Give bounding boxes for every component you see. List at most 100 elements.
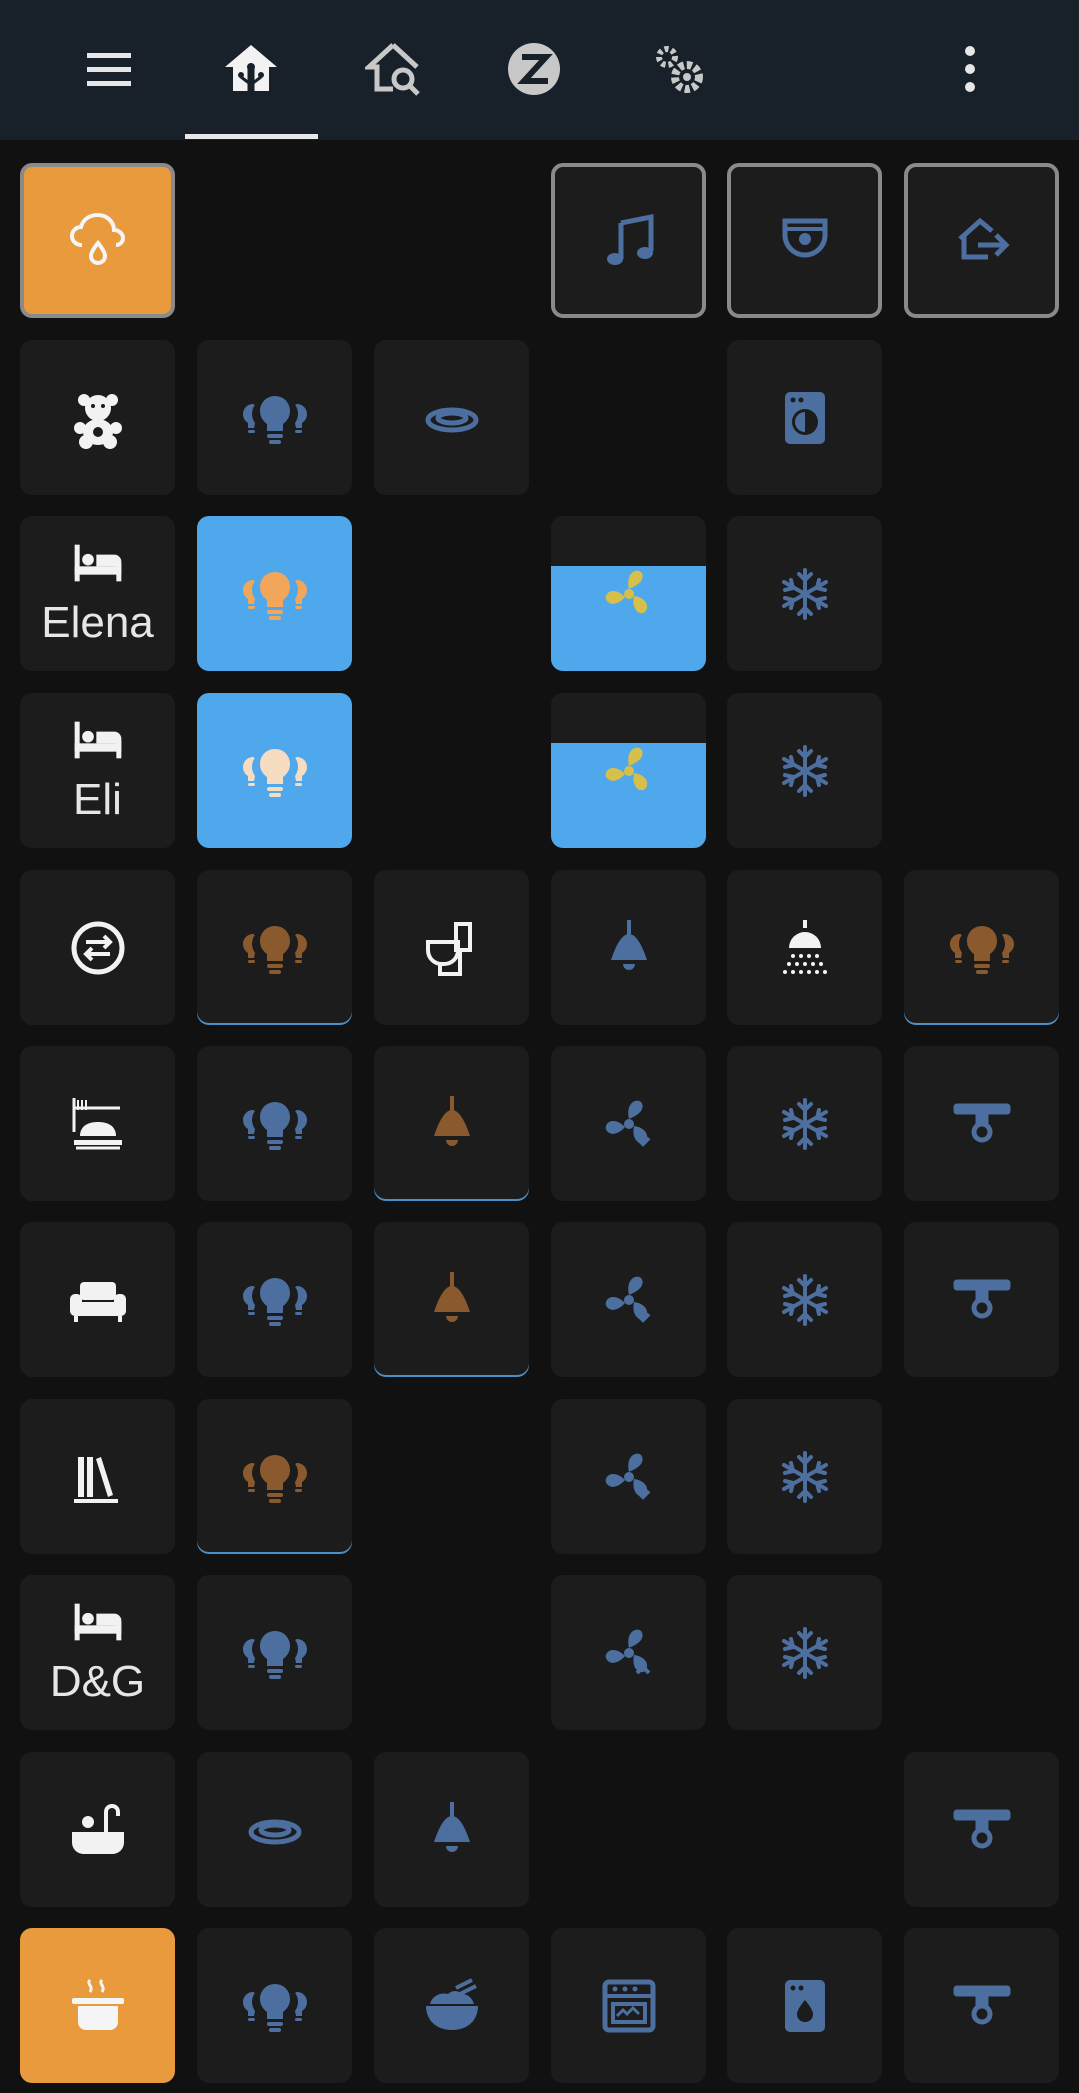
library-button[interactable] (20, 1399, 175, 1554)
room-dg-button[interactable]: D&G (20, 1575, 175, 1730)
snowflake-icon (781, 744, 828, 797)
pot-steam-icon (71, 1978, 124, 2030)
lightbulb-group-icon (242, 571, 307, 620)
library-lights[interactable] (197, 1399, 352, 1554)
dishwasher-button[interactable] (727, 1928, 882, 2083)
fan-speed-down-icon (605, 1276, 650, 1323)
ceiling-light-icon (433, 1271, 470, 1322)
ceiling-fan-icon (946, 1264, 1018, 1336)
elena-air-conditioner[interactable] (727, 516, 882, 671)
bathroom-led-strip[interactable] (197, 1752, 352, 1907)
eli-air-conditioner[interactable] (727, 693, 882, 848)
living-pendant-light[interactable] (374, 1222, 529, 1377)
fan-icon (605, 570, 647, 613)
dining-pendant-light[interactable] (374, 1046, 529, 1201)
eli-fan[interactable] (551, 693, 706, 848)
sofa-icon (69, 1281, 126, 1322)
living-ceiling-fan[interactable] (904, 1222, 1059, 1377)
music-button[interactable] (551, 163, 706, 318)
dg-fan[interactable] (551, 1575, 706, 1730)
bed-icon (74, 721, 121, 758)
lightbulb-group-icon (242, 1630, 307, 1679)
living-room-lights[interactable] (197, 1222, 352, 1377)
cctv-dome-icon (782, 218, 827, 258)
oven-button[interactable] (551, 1928, 706, 2083)
home-export-icon (957, 217, 1010, 259)
bathroom-button[interactable] (20, 1752, 175, 1907)
fan-speed-down-icon (605, 1453, 650, 1500)
dining-room-button[interactable] (20, 1046, 175, 1201)
kitchen-button[interactable] (20, 1928, 175, 2083)
snowflake-icon (781, 1097, 828, 1150)
snowflake-icon (781, 1273, 828, 1326)
room-label: Eli (73, 774, 122, 824)
ceiling-fan-icon (946, 1088, 1018, 1160)
elena-fan[interactable] (551, 516, 706, 671)
bathtub-icon (71, 1803, 124, 1854)
dining-room-lights[interactable] (197, 1046, 352, 1201)
lightbulb-group-icon (242, 1277, 307, 1326)
ceiling-light-icon (610, 919, 647, 970)
stove-icon (602, 1979, 655, 2032)
toilet-button[interactable] (374, 870, 529, 1025)
library-air-conditioner[interactable] (727, 1399, 882, 1554)
hallway-pendant-light[interactable] (551, 870, 706, 1025)
room-label: D&G (49, 1656, 146, 1706)
living-air-conditioner[interactable] (727, 1222, 882, 1377)
room-elena-button[interactable]: Elena (20, 516, 175, 671)
living-fan[interactable] (551, 1222, 706, 1377)
rice-cooker-button[interactable] (374, 1928, 529, 2083)
kids-room-button[interactable] (20, 340, 175, 495)
rice-bowl-icon (425, 1977, 478, 2030)
security-camera-button[interactable] (727, 163, 882, 318)
lightbulb-group-icon (242, 1101, 307, 1150)
dg-lights[interactable] (197, 1575, 352, 1730)
dining-air-conditioner[interactable] (727, 1046, 882, 1201)
eli-lights[interactable] (197, 693, 352, 848)
dg-air-conditioner[interactable] (727, 1575, 882, 1730)
bathroom-ceiling-fan[interactable] (904, 1752, 1059, 1907)
ceiling-fan-icon (946, 1794, 1018, 1866)
dishwasher-icon (784, 1979, 825, 2032)
bathroom-lights[interactable] (904, 870, 1059, 1025)
shower-button[interactable] (727, 870, 882, 1025)
hallway-lights[interactable] (197, 870, 352, 1025)
fan-icon (605, 747, 647, 790)
snowflake-icon (781, 1626, 828, 1679)
shower-head-icon (782, 919, 827, 974)
kitchen-lights[interactable] (197, 1928, 352, 2083)
kids-room-lights[interactable] (197, 340, 352, 495)
elena-lights[interactable] (197, 516, 352, 671)
lightbulb-group-icon (242, 395, 307, 444)
washing-machine-button[interactable] (727, 340, 882, 495)
library-fan[interactable] (551, 1399, 706, 1554)
lightbulb-group-icon (949, 925, 1014, 974)
lightbulb-group-icon (242, 1454, 307, 1503)
kitchen-ceiling-fan[interactable] (904, 1928, 1059, 2083)
swap-horizontal-circle-icon (71, 921, 124, 974)
lightbulb-group-icon (242, 925, 307, 974)
dining-ceiling-fan[interactable] (904, 1046, 1059, 1201)
music-note-icon (606, 213, 653, 265)
dining-fan[interactable] (551, 1046, 706, 1201)
weather-rainy-icon (69, 212, 125, 265)
led-strip-icon (239, 1794, 311, 1866)
leave-home-button[interactable] (904, 163, 1059, 318)
transfer-button[interactable] (20, 870, 175, 1025)
bathroom-pendant-light[interactable] (374, 1752, 529, 1907)
bookshelf-icon (73, 1456, 118, 1503)
ceiling-fan-icon (946, 1970, 1018, 2042)
living-room-button[interactable] (20, 1222, 175, 1377)
kids-room-led-strip[interactable] (374, 340, 529, 495)
room-label: Elena (41, 597, 154, 647)
dashboard-grid: Elena Eli D&G (0, 0, 1079, 2093)
ceiling-light-icon (433, 1801, 470, 1852)
bed-icon (74, 544, 121, 581)
weather-button[interactable] (20, 163, 175, 318)
bed-icon (74, 1603, 121, 1640)
washing-machine-icon (784, 391, 825, 444)
snowflake-icon (781, 567, 828, 620)
fan-speed-down-icon (605, 1100, 650, 1147)
ceiling-light-icon (433, 1095, 470, 1146)
room-eli-button[interactable]: Eli (20, 693, 175, 848)
